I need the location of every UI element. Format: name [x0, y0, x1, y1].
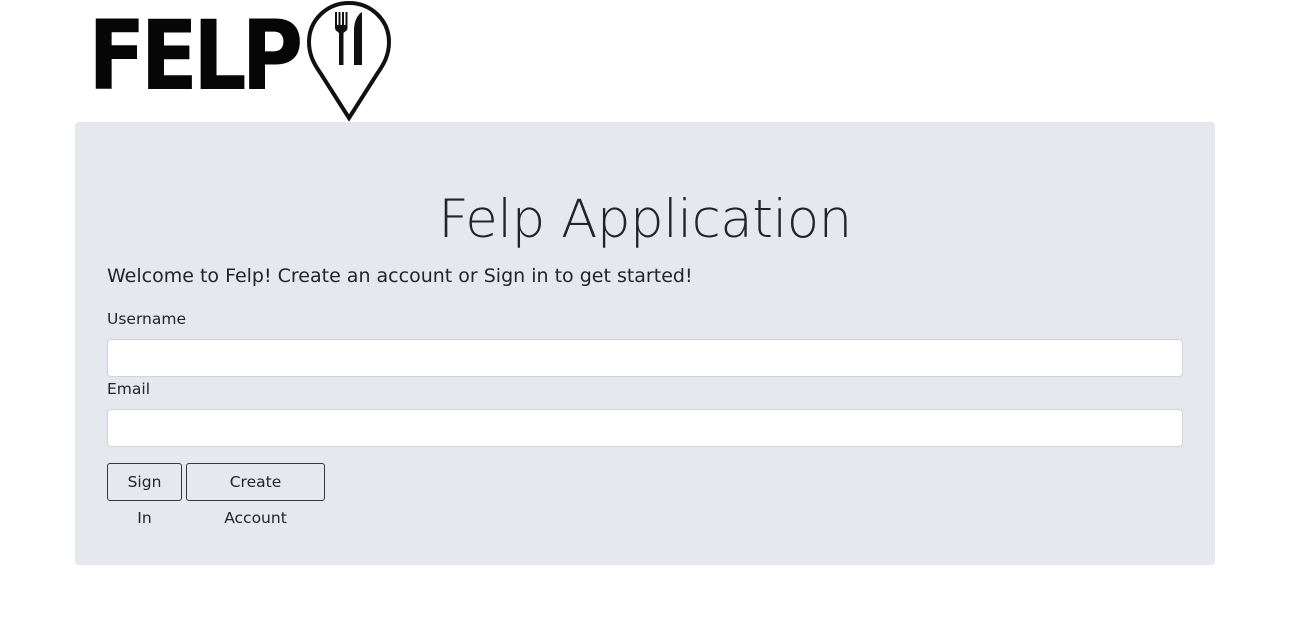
create-account-button[interactable]: Create Account — [186, 463, 325, 527]
username-label: Username — [107, 310, 187, 328]
username-input[interactable] — [107, 339, 1183, 377]
welcome-panel: Felp Application Welcome to Felp! Create… — [75, 122, 1215, 565]
map-pin-fork-knife-icon — [306, 0, 392, 122]
felp-logo: FELP — [86, 0, 396, 124]
email-label: Email — [107, 380, 151, 398]
logo-text: FELP — [88, 0, 303, 112]
sign-in-button[interactable]: Sign In — [107, 463, 182, 527]
welcome-message: Welcome to Felp! Create an account or Si… — [107, 265, 693, 287]
email-input[interactable] — [107, 409, 1183, 447]
page-title: Felp Application — [438, 189, 852, 250]
